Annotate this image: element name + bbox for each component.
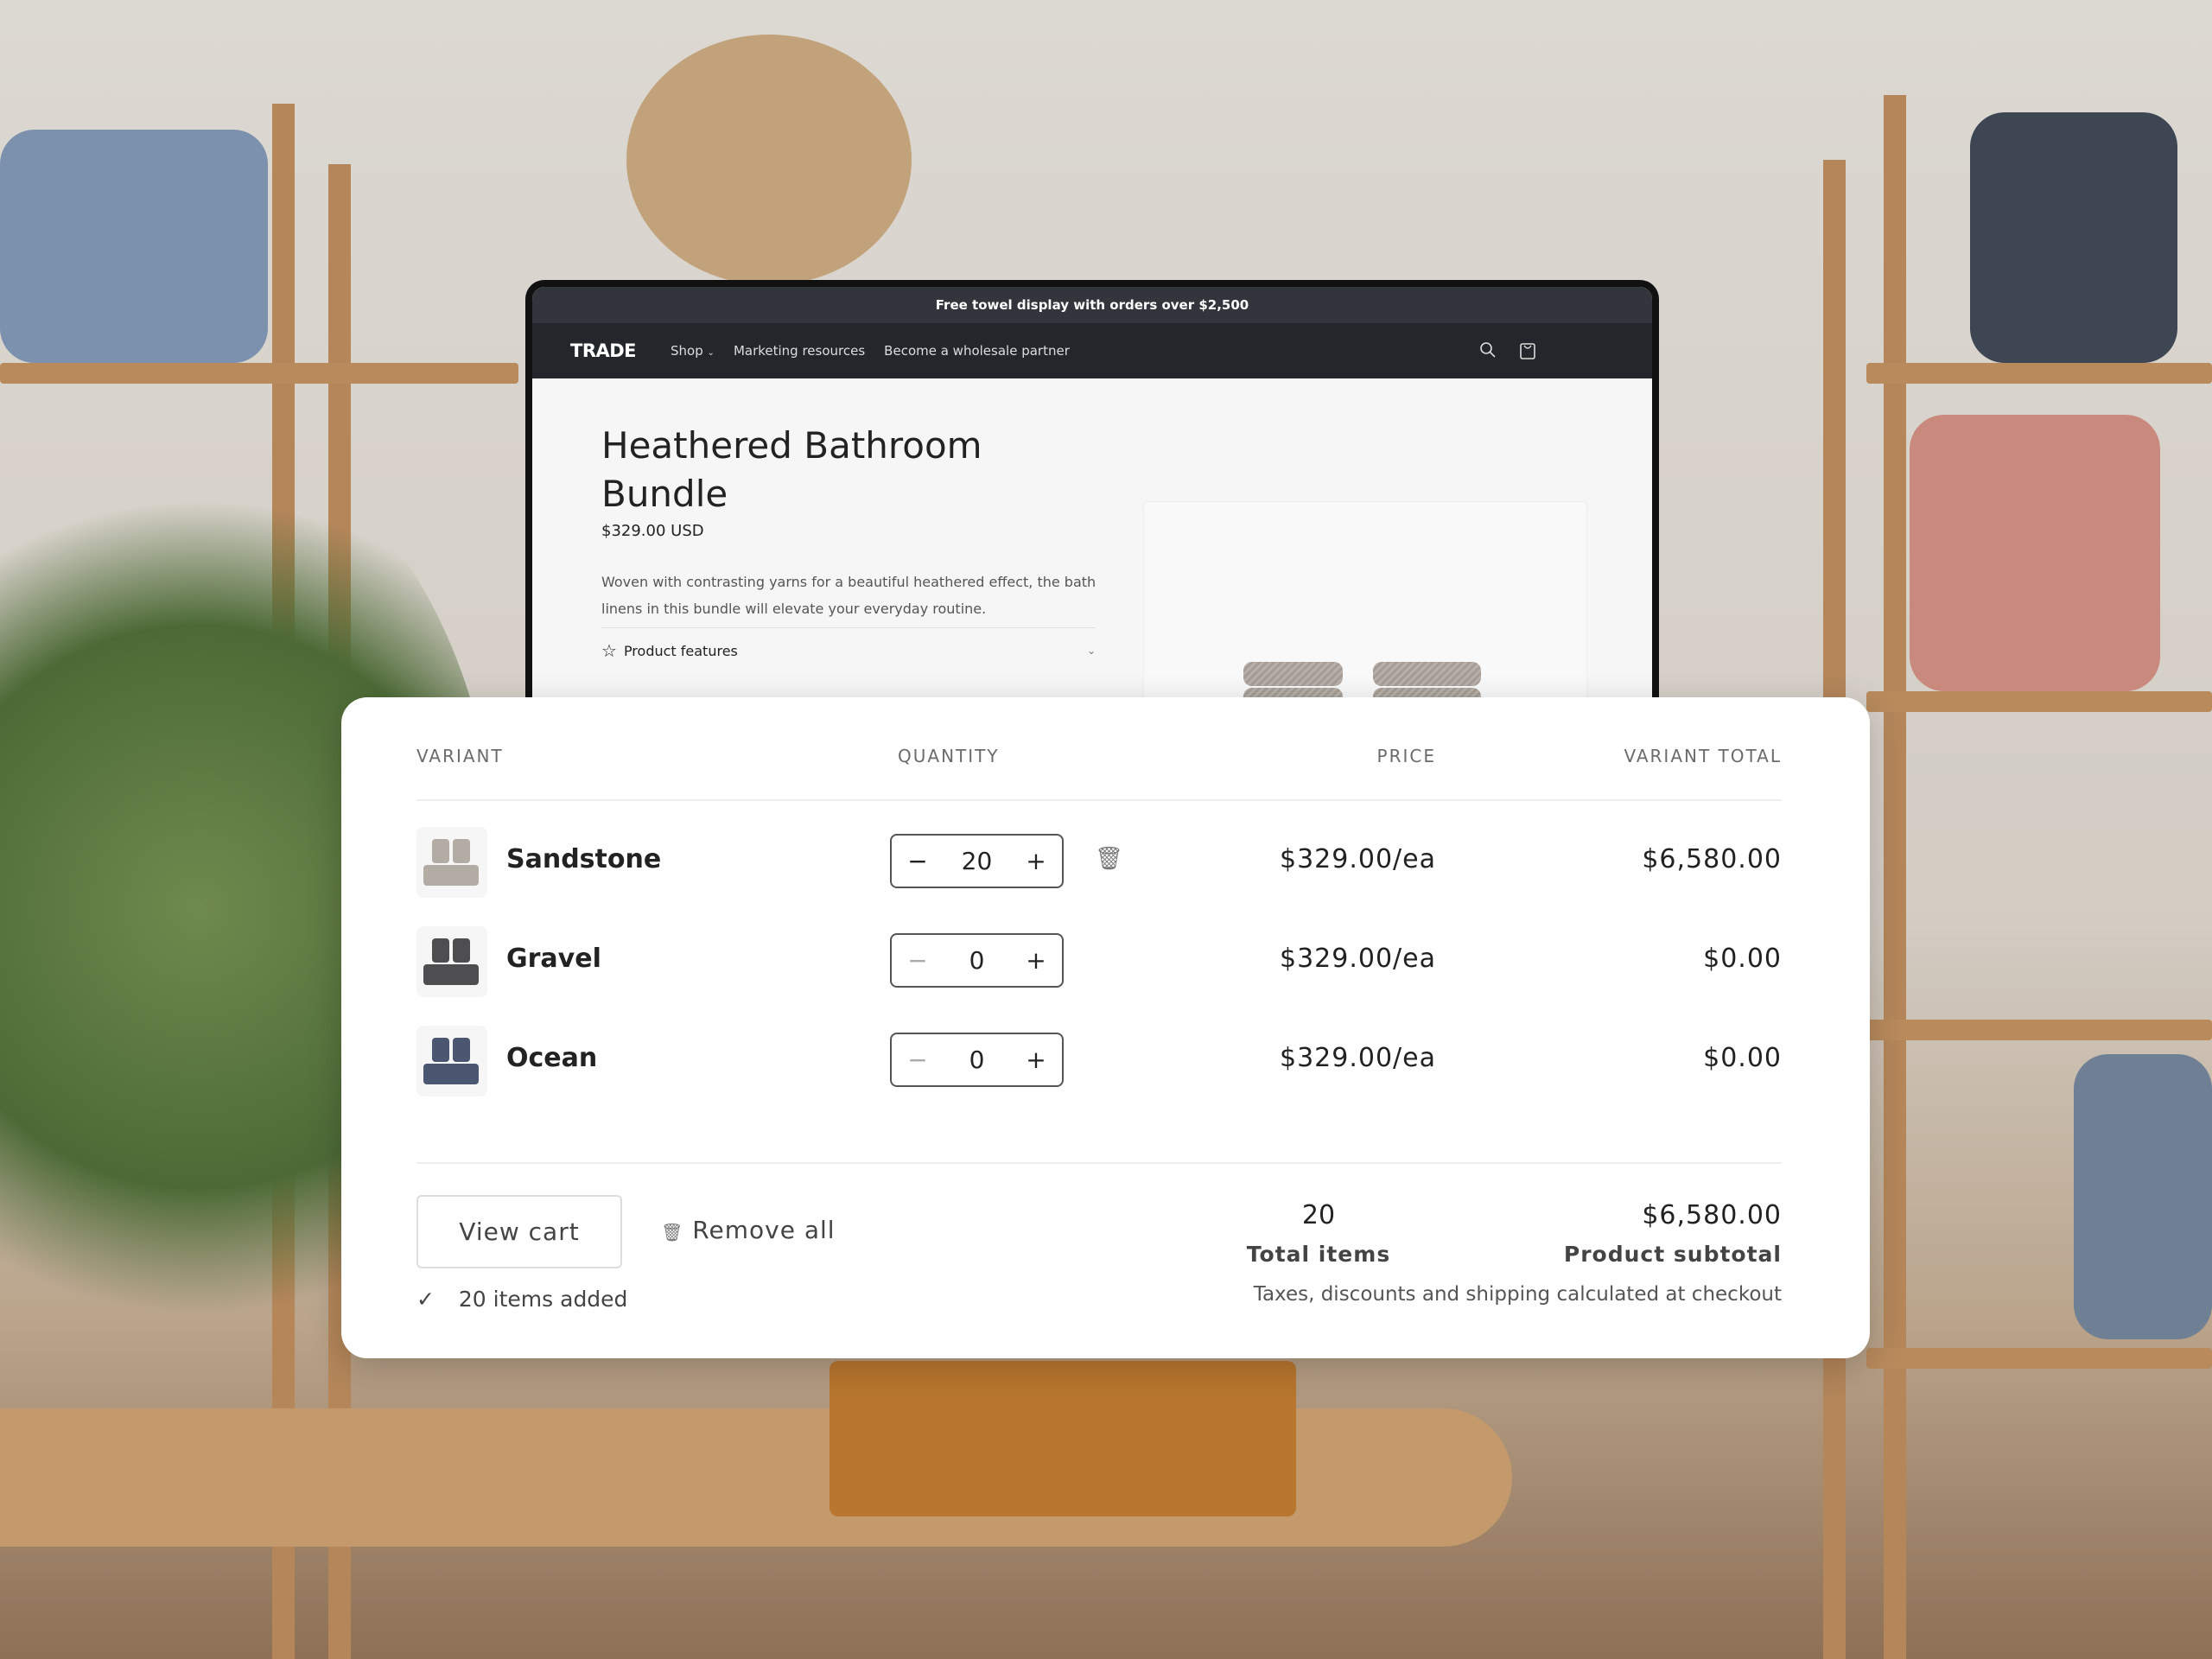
shelf xyxy=(1866,1348,2212,1369)
site-header: TRADE Shop ⌄ Marketing resources Become … xyxy=(532,323,1652,378)
variant-row: Gravel − 0 + $329.00/ea $0.00 xyxy=(341,926,1870,997)
decrease-quantity-button[interactable]: − xyxy=(907,847,928,875)
pillow xyxy=(1910,415,2160,691)
quantity-input[interactable]: 0 xyxy=(969,946,985,975)
product-features-label: Product features xyxy=(623,642,738,659)
check-icon: ✓ xyxy=(416,1287,435,1312)
variant-row: Sandstone − 20 + 🗑 $329.00/ea $6,580.00 xyxy=(341,827,1870,898)
nav-shop[interactable]: Shop ⌄ xyxy=(671,343,715,359)
search-icon[interactable] xyxy=(1479,341,1497,359)
header-variant: VARIANT xyxy=(416,746,504,766)
trash-icon[interactable]: 🗑 xyxy=(1095,846,1123,872)
logo[interactable]: TRADE xyxy=(570,340,637,361)
quantity-input[interactable]: 20 xyxy=(962,847,993,875)
variant-name: Gravel xyxy=(506,944,601,974)
checkout-note: Taxes, discounts and shipping calculated… xyxy=(1253,1283,1782,1306)
divider xyxy=(416,1162,1782,1164)
product-price: $329.00 USD xyxy=(601,522,704,540)
remove-all-label: Remove all xyxy=(692,1216,836,1244)
variant-total: $0.00 xyxy=(1703,1043,1782,1073)
shelf xyxy=(0,363,518,384)
shelf xyxy=(1866,363,2212,384)
product-title: Heathered Bathroom Bundle xyxy=(601,424,982,515)
items-added-status: ✓ 20 items added xyxy=(416,1287,627,1312)
header-quantity: QUANTITY xyxy=(898,746,1000,766)
header-variant-total: VARIANT TOTAL xyxy=(1624,746,1782,766)
variant-total: $6,580.00 xyxy=(1642,844,1782,874)
pillow xyxy=(2074,1054,2212,1339)
remove-all-button[interactable]: 🗑 Remove all xyxy=(661,1216,836,1244)
total-items-value: 20 xyxy=(1301,1200,1336,1230)
nav-shop-label: Shop xyxy=(671,343,703,359)
variant-thumbnail xyxy=(416,1026,487,1096)
subtotal-label: Product subtotal xyxy=(1563,1242,1782,1267)
variant-name: Sandstone xyxy=(506,844,662,874)
view-cart-button[interactable]: View cart xyxy=(416,1195,622,1268)
variant-thumbnail xyxy=(416,926,487,997)
variant-name: Ocean xyxy=(506,1043,598,1073)
product-image xyxy=(1143,501,1587,712)
product-features-accordion[interactable]: ☆ Product features ⌄ xyxy=(601,627,1096,661)
subtotal-value: $6,580.00 xyxy=(1642,1200,1782,1230)
variant-total: $0.00 xyxy=(1703,944,1782,974)
folded-blanket xyxy=(830,1361,1296,1516)
header-price: PRICE xyxy=(1376,746,1436,766)
nav-wholesale-partner[interactable]: Become a wholesale partner xyxy=(884,343,1070,359)
laptop-mockup: Free towel display with orders over $2,5… xyxy=(525,280,1659,712)
decrease-quantity-button[interactable]: − xyxy=(907,946,928,975)
trash-icon: 🗑 xyxy=(661,1222,684,1243)
quantity-stepper: − 0 + xyxy=(890,933,1064,988)
items-added-label: 20 items added xyxy=(458,1287,628,1312)
announcement-bar: Free towel display with orders over $2,5… xyxy=(532,287,1652,323)
total-items-label: Total items xyxy=(1246,1242,1391,1267)
variant-row: Ocean − 0 + $329.00/ea $0.00 xyxy=(341,1026,1870,1096)
variant-thumbnail xyxy=(416,827,487,898)
variant-price: $329.00/ea xyxy=(1279,944,1436,974)
quantity-stepper: − 0 + xyxy=(890,1033,1064,1087)
variant-price: $329.00/ea xyxy=(1279,844,1436,874)
pillow xyxy=(0,130,268,363)
chevron-down-icon: ⌄ xyxy=(1086,645,1096,657)
decrease-quantity-button[interactable]: − xyxy=(907,1046,928,1074)
increase-quantity-button[interactable]: + xyxy=(1026,1046,1046,1074)
shelf xyxy=(1866,691,2212,712)
variant-price: $329.00/ea xyxy=(1279,1043,1436,1073)
pillow xyxy=(1970,112,2177,363)
decor-stone xyxy=(626,35,912,285)
shelf-post xyxy=(1884,95,1906,1659)
chevron-down-icon: ⌄ xyxy=(707,348,715,358)
nav-marketing-resources[interactable]: Marketing resources xyxy=(734,343,865,359)
storefront-page: Free towel display with orders over $2,5… xyxy=(532,287,1652,712)
product-description: Woven with contrasting yarns for a beaut… xyxy=(601,574,1096,617)
shelf xyxy=(1866,1020,2212,1040)
increase-quantity-button[interactable]: + xyxy=(1026,847,1046,875)
quantity-input[interactable]: 0 xyxy=(969,1046,985,1074)
cart-icon[interactable] xyxy=(1519,341,1536,360)
quantity-stepper: − 20 + xyxy=(890,834,1064,888)
divider xyxy=(416,799,1782,801)
bulk-order-panel: VARIANT QUANTITY PRICE VARIANT TOTAL San… xyxy=(341,697,1870,1358)
star-icon: ☆ xyxy=(601,640,617,661)
increase-quantity-button[interactable]: + xyxy=(1026,946,1046,975)
